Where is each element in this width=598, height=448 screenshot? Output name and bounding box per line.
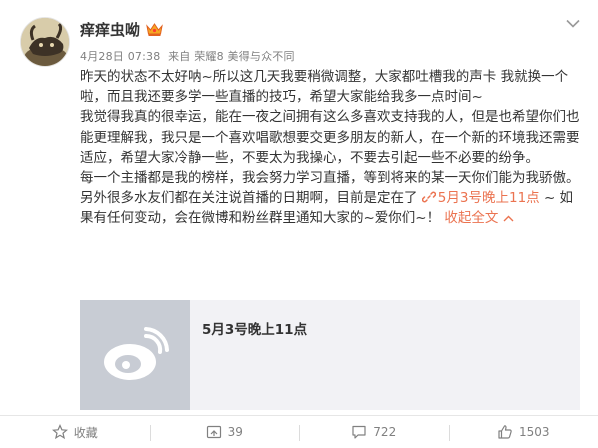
- link-icon: [421, 191, 436, 203]
- avatar[interactable]: [20, 17, 70, 67]
- favorite-label: 收藏: [73, 425, 98, 440]
- post-source: 来自 荣耀8 美得与众不同: [168, 50, 295, 63]
- star-icon: [51, 424, 68, 440]
- post-text-before-link: 另外很多水友们都在关注说首播的日期啊，目前是定在了: [80, 190, 418, 207]
- link-card-title: 5月3号晚上11点: [202, 322, 308, 338]
- member-crown-icon[interactable]: [146, 22, 163, 37]
- avatar-image: [21, 18, 69, 66]
- collapse-text-label: 收起全文: [444, 210, 499, 227]
- action-bar: 收藏 39 722 1503: [0, 415, 598, 448]
- weibo-post-card: 痒痒虫呦 4月28日 07:38 来自 荣耀8 美得与众不同 昨天的状态不太好呐…: [0, 0, 598, 448]
- comment-button[interactable]: 722: [299, 416, 449, 448]
- collapse-text-button[interactable]: 收起全文: [444, 210, 514, 227]
- repost-count: 39: [227, 425, 243, 439]
- repost-icon: [206, 425, 221, 439]
- post-paragraph: 每一个主播都是我的榜样，我会努力学习直播，等到将来的某一天你们能为我骄傲。: [80, 170, 580, 187]
- like-count: 1503: [518, 425, 550, 439]
- post-meta: 4月28日 07:38 来自 荣耀8 美得与众不同: [80, 48, 295, 64]
- repost-button[interactable]: 39: [149, 416, 300, 448]
- comment-icon: [352, 425, 366, 439]
- date-link[interactable]: 5月3号晚上11点: [421, 190, 540, 207]
- weibo-logo-icon: [104, 327, 169, 380]
- username[interactable]: 痒痒虫呦: [80, 19, 140, 40]
- username-row: 痒痒虫呦: [80, 19, 163, 40]
- post-date[interactable]: 4月28日 07:38: [80, 50, 160, 63]
- favorite-button[interactable]: 收藏: [0, 416, 150, 448]
- date-link-text: 5月3号晚上11点: [437, 190, 540, 207]
- like-button[interactable]: 1503: [448, 416, 598, 448]
- thumbs-up-icon: [498, 425, 512, 439]
- post-paragraph-last: 另外很多水友们都在关注说首播的日期啊，目前是定在了 5月3号晚上11点 ~ 如果…: [80, 188, 580, 228]
- chevron-up-icon: [503, 215, 514, 222]
- post-paragraph: 昨天的状态不太好呐~所以这几天我要稍微调整，大家都吐槽我的声卡 我就换一个啦，而…: [80, 69, 569, 106]
- link-card-thumbnail: [80, 300, 190, 410]
- comment-count: 722: [373, 425, 397, 439]
- post-content: 昨天的状态不太好呐~所以这几天我要稍微调整，大家都吐槽我的声卡 我就换一个啦，而…: [80, 67, 580, 229]
- chevron-down-icon: [566, 19, 580, 28]
- post-menu-button[interactable]: [564, 14, 582, 32]
- post-paragraph: 我觉得我真的很幸运，能在一夜之间拥有这么多喜欢支持我的人，但是也希望你们也能更理…: [80, 109, 580, 166]
- link-preview-card[interactable]: 5月3号晚上11点: [80, 300, 580, 410]
